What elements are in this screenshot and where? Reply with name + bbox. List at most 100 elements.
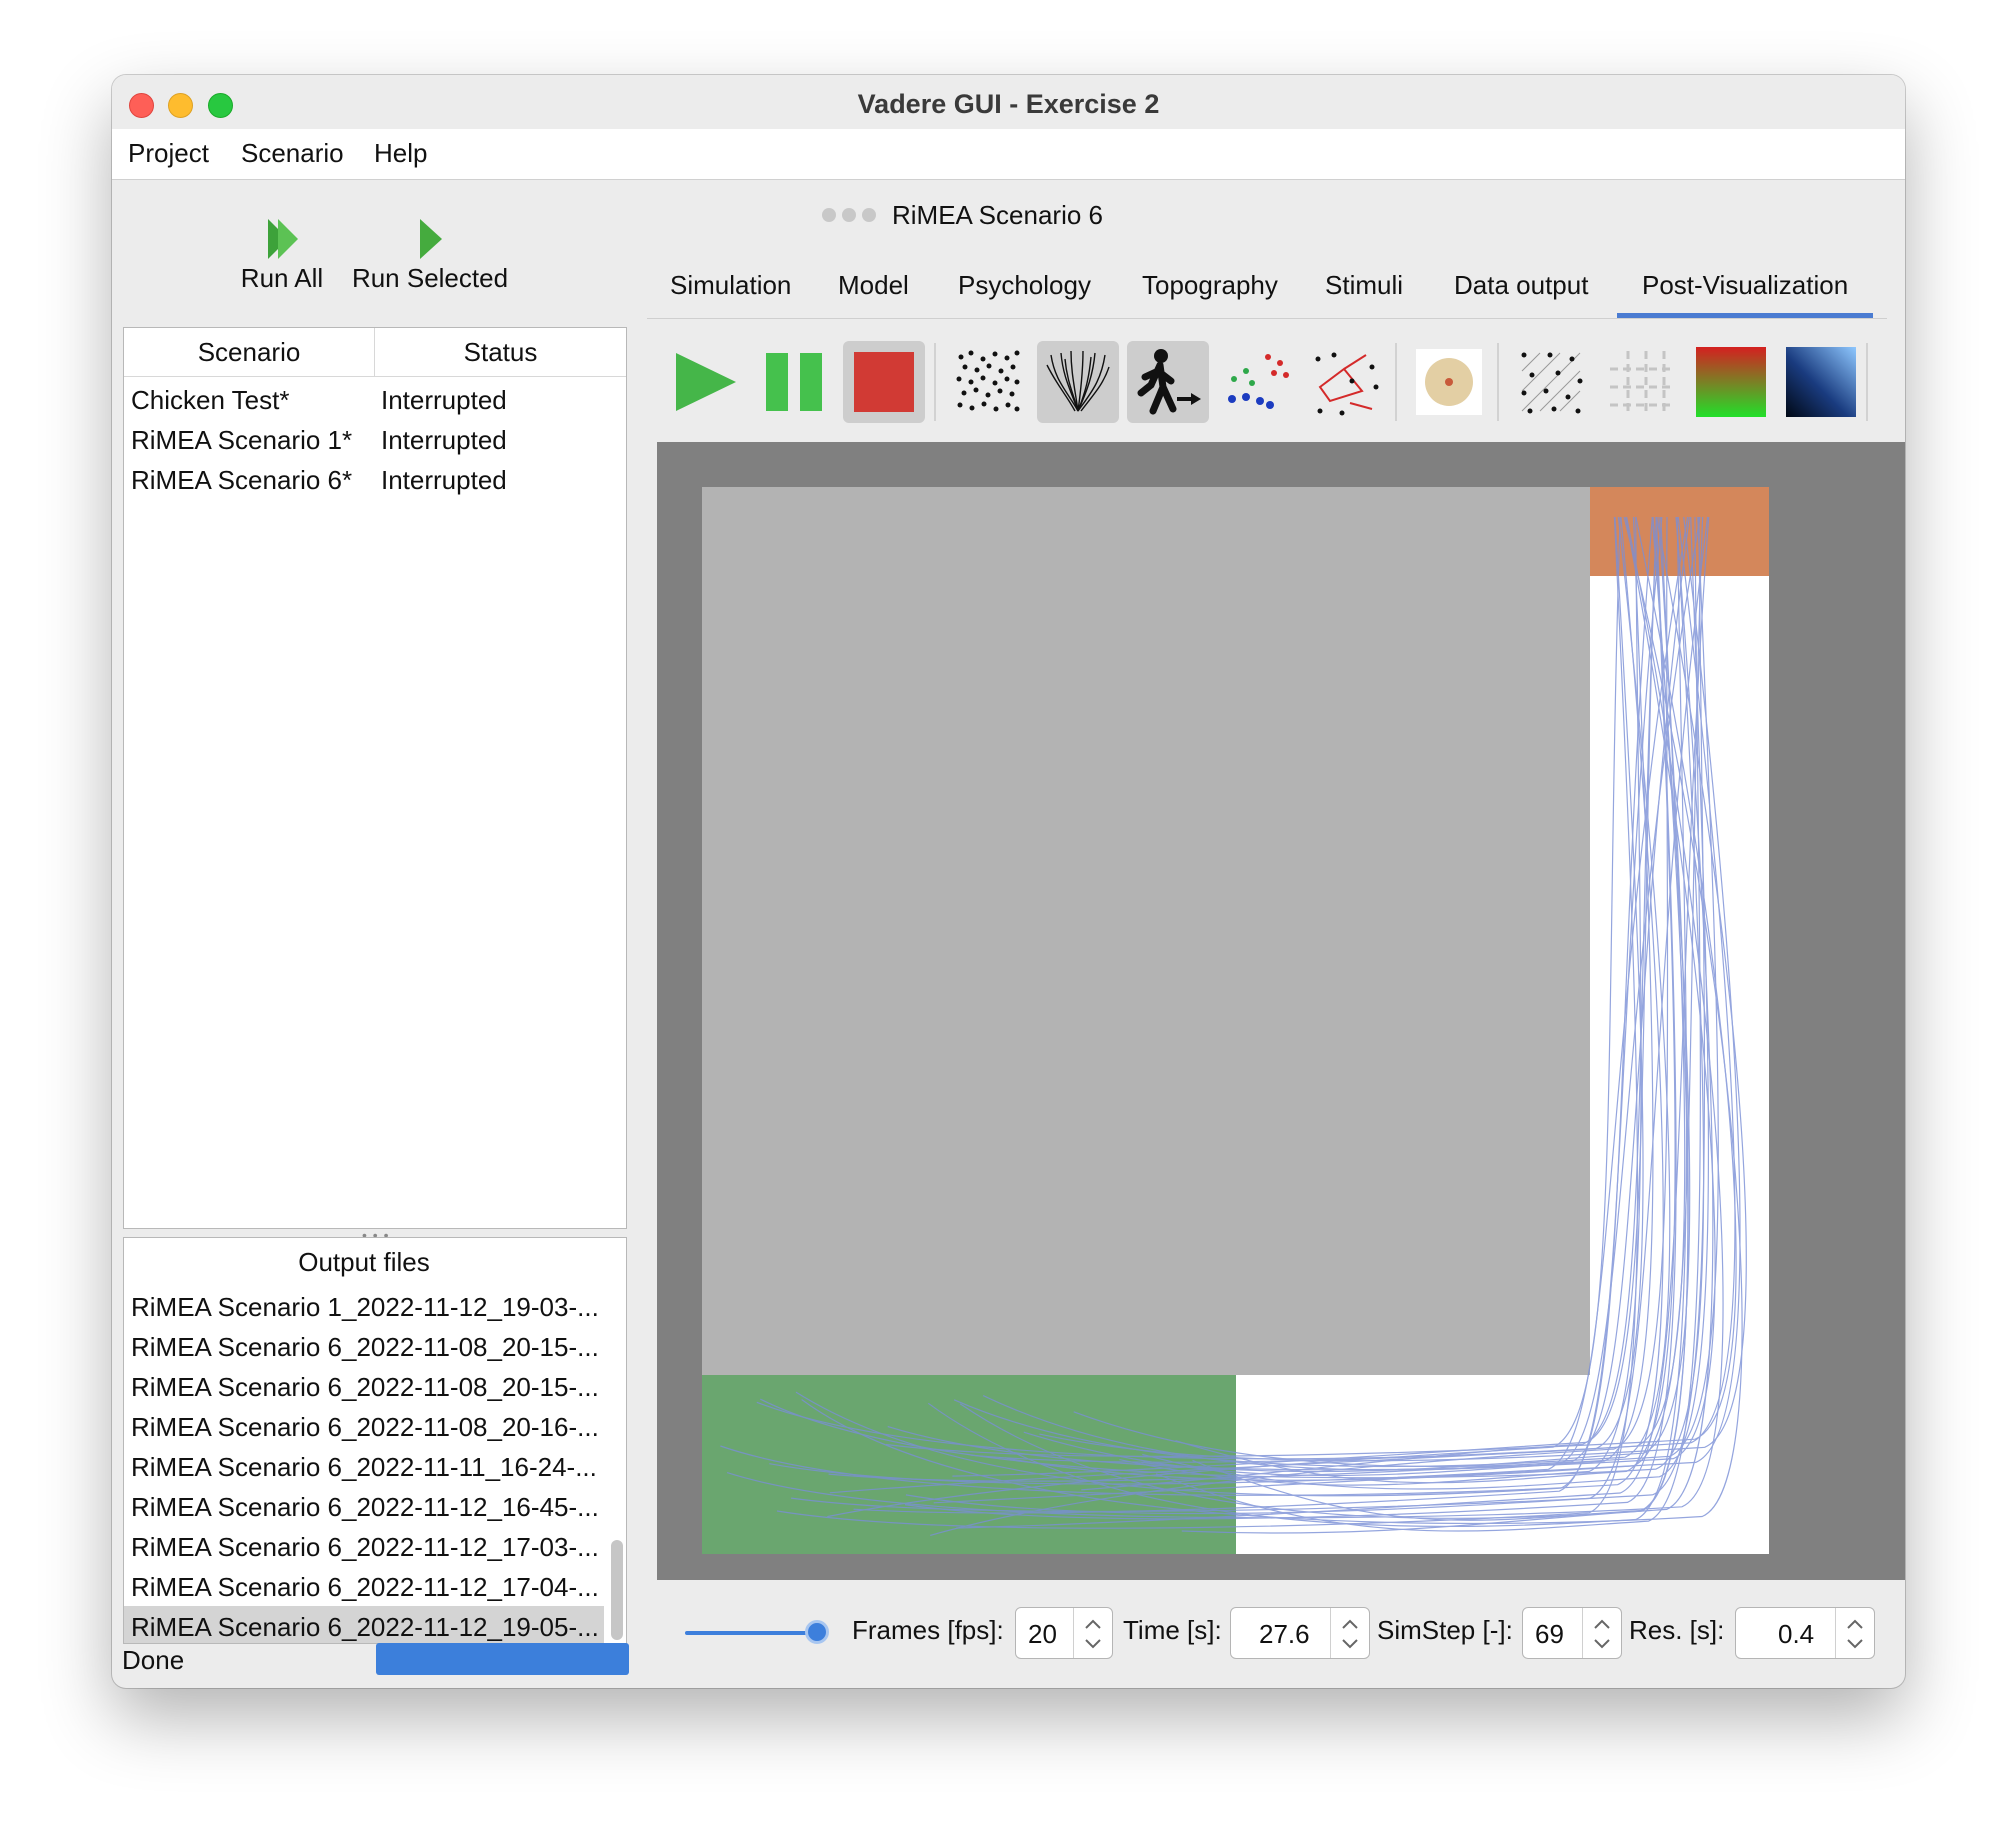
play-button[interactable] [664,341,746,423]
list-item[interactable]: RiMEA Scenario 6_2022-11-12_17-03-... [124,1526,604,1566]
output-file-name: RiMEA Scenario 6_2022-11-08_20-15-... [131,1372,599,1402]
pedestrian-dots-icon [956,350,1020,412]
table-row[interactable]: RiMEA Scenario 1* Interrupted [124,419,626,459]
scenario-name: RiMEA Scenario 1* [131,425,353,455]
density-gradient-icon [1696,347,1766,417]
show-trajectories-button[interactable] [1037,341,1119,423]
window-title: Vadere GUI - Exercise 2 [857,89,1160,119]
topography-svg [657,442,1905,1580]
trajectories-icon [1046,350,1110,412]
active-tab-indicator [1617,313,1873,318]
tab-post-visualization[interactable]: Post-Visualization [1642,270,1848,301]
run-selected-label: Run Selected [351,263,509,293]
scenario-status: Interrupted [381,425,507,455]
tab-divider [647,318,1887,319]
output-file-name: RiMEA Scenario 6_2022-11-12_17-04-... [131,1572,599,1602]
toolbar-separator [934,343,936,421]
tab-data-output[interactable]: Data output [1454,270,1588,301]
scenario-name: Chicken Test* [131,385,290,415]
time-label: Time [s]: [1123,1615,1222,1645]
run-all-button[interactable]: Run All [237,215,327,294]
title-bar: Vadere GUI - Exercise 2 [112,75,1905,129]
run-selected-button[interactable]: Run Selected [350,215,510,294]
fps-label: Frames [fps]: [852,1615,1004,1645]
tab-stimuli[interactable]: Stimuli [1325,270,1403,301]
res-spinner[interactable]: 0.4 [1735,1607,1875,1659]
show-grid-button[interactable] [1600,341,1682,423]
scenario-title: RiMEA Scenario 6 [822,200,1103,231]
show-walking-direction-button[interactable] [1127,341,1209,423]
list-item[interactable]: RiMEA Scenario 6_2022-11-11_16-24-... [124,1446,604,1486]
tab-simulation[interactable]: Simulation [670,270,791,301]
tab-psychology[interactable]: Psychology [958,270,1091,301]
column-header-scenario[interactable]: Scenario [124,328,375,377]
output-file-name: RiMEA Scenario 6_2022-11-12_19-05-... [131,1612,599,1642]
list-item-selected[interactable]: RiMEA Scenario 6_2022-11-12_19-05-... [124,1606,604,1643]
potential-gradient-icon [1786,347,1856,417]
list-item[interactable]: RiMEA Scenario 1_2022-11-12_19-03-... [124,1286,604,1326]
simstep-label: SimStep [-]: [1377,1615,1513,1645]
simstep-value: 69 [1535,1619,1564,1649]
app-window: Vadere GUI - Exercise 2 Project Scenario… [112,75,1905,1688]
menu-scenario[interactable]: Scenario [241,138,344,169]
table-row[interactable]: RiMEA Scenario 6* Interrupted [124,459,626,499]
fps-value: 20 [1028,1619,1057,1649]
list-item[interactable]: RiMEA Scenario 6_2022-11-12_17-04-... [124,1566,604,1606]
output-file-name: RiMEA Scenario 6_2022-11-11_16-24-... [131,1452,597,1482]
topography-canvas[interactable] [657,442,1905,1580]
drag-dots-icon [822,208,876,222]
output-files-table: Output files RiMEA Scenario 1_2022-11-12… [123,1237,627,1644]
output-file-name: RiMEA Scenario 6_2022-11-12_16-45-... [131,1492,599,1522]
time-slider-thumb[interactable] [805,1620,829,1644]
output-files-header: Output files [298,1247,430,1277]
toolbar-separator [1497,343,1499,421]
list-item[interactable]: RiMEA Scenario 6_2022-11-08_20-16-... [124,1406,604,1446]
spinner-arrows-icon[interactable] [1073,1608,1112,1658]
menu-help[interactable]: Help [374,138,427,169]
output-file-name: RiMEA Scenario 6_2022-11-08_20-16-... [131,1412,599,1442]
simstep-spinner[interactable]: 69 [1522,1607,1622,1659]
spinner-arrows-icon[interactable] [1835,1608,1874,1658]
tab-model[interactable]: Model [838,270,909,301]
show-target-changer-button[interactable] [1408,341,1490,423]
toolbar-separator [1866,343,1868,421]
list-item[interactable]: RiMEA Scenario 6_2022-11-12_16-45-... [124,1486,604,1526]
output-file-name: RiMEA Scenario 1_2022-11-12_19-03-... [131,1292,599,1322]
show-mesh-button[interactable] [1510,341,1592,423]
status-text: Done [122,1645,185,1675]
target-disk-icon [1416,349,1482,415]
corner-obstacle [702,487,1590,1375]
run-all-label: Run All [240,263,324,293]
tab-topography[interactable]: Topography [1142,270,1278,301]
pause-icon [766,353,822,411]
stop-button[interactable] [843,341,925,423]
toolbar-separator [1395,343,1397,421]
menu-project[interactable]: Project [128,138,209,169]
output-scrollbar[interactable] [611,1540,623,1640]
show-pedestrians-button[interactable] [947,341,1029,423]
double-play-icon [268,219,298,259]
show-potential-field-button[interactable] [1780,341,1862,423]
show-groups-button[interactable] [1216,341,1298,423]
list-item[interactable]: RiMEA Scenario 6_2022-11-08_20-15-... [124,1326,604,1366]
pause-button[interactable] [754,341,836,423]
table-row[interactable]: Chicken Test* Interrupted [124,379,626,419]
column-header-status[interactable]: Status [375,328,626,377]
time-spinner[interactable]: 27.6 [1230,1607,1370,1659]
groups-icon [1228,354,1289,409]
scenario-status: Interrupted [381,385,507,415]
time-slider-track[interactable] [685,1631,815,1635]
show-contacts-button[interactable] [1306,341,1388,423]
output-file-name: RiMEA Scenario 6_2022-11-08_20-15-... [131,1332,599,1362]
mesh-icon [1521,352,1583,414]
scenario-table: Scenario Status Chicken Test* Interrupte… [123,327,627,1229]
spinner-arrows-icon[interactable] [1330,1608,1369,1658]
scenario-name: RiMEA Scenario 6* [131,465,353,495]
fps-spinner[interactable]: 20 [1015,1607,1113,1659]
menu-bar: Project Scenario Help [112,129,1905,180]
list-item[interactable]: RiMEA Scenario 6_2022-11-08_20-15-... [124,1366,604,1406]
res-label: Res. [s]: [1629,1615,1725,1645]
scenario-title-text: RiMEA Scenario 6 [892,200,1103,230]
show-density-button[interactable] [1690,341,1772,423]
spinner-arrows-icon[interactable] [1582,1608,1621,1658]
